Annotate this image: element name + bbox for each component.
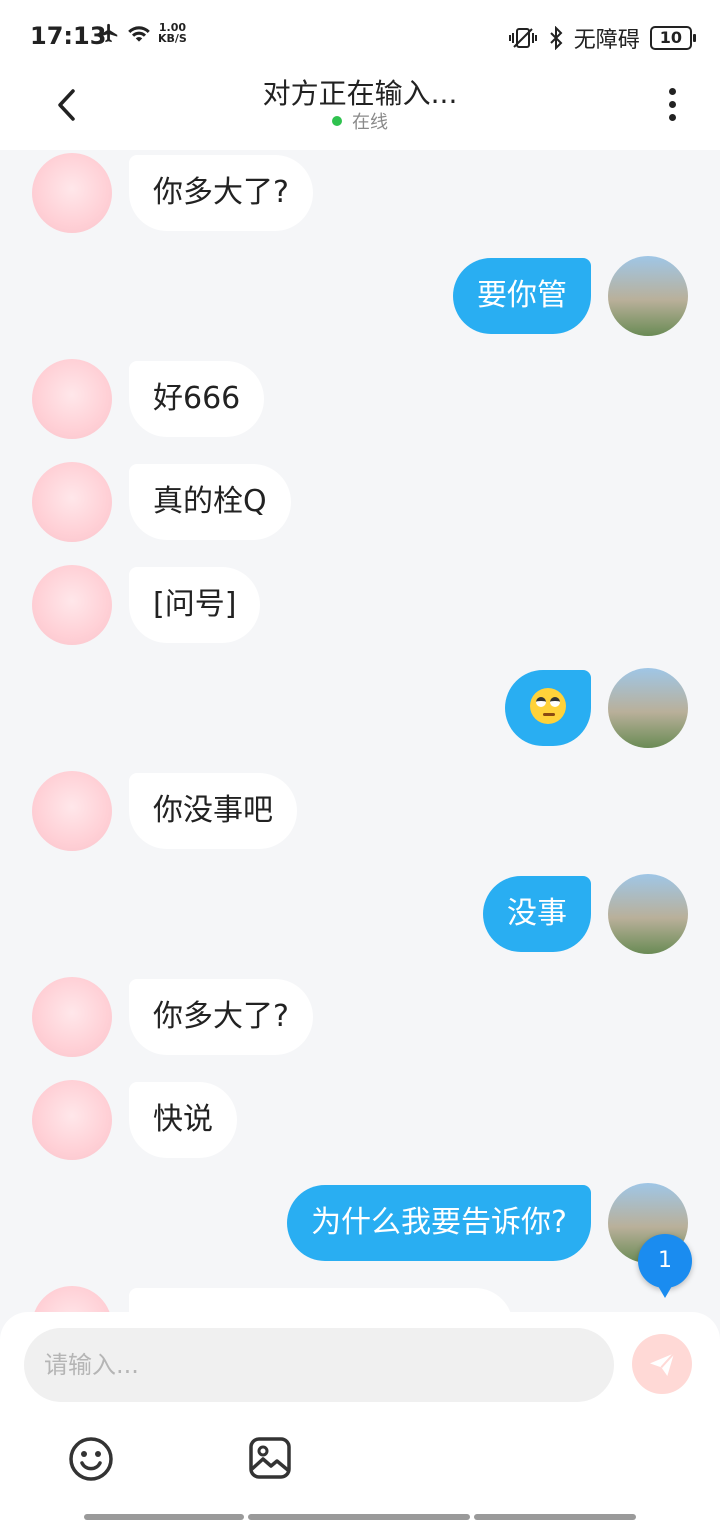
more-options-button[interactable]	[652, 82, 692, 126]
status-left-icons: 1.00 KB/S	[98, 22, 187, 44]
message-list[interactable]: 你多大了? 要你管 好666 真的栓Q [问号] 你没事吧 没事 你多大了? 快…	[0, 150, 720, 1312]
message-bubble[interactable]: 快说	[129, 1082, 237, 1158]
message-input[interactable]	[24, 1328, 584, 1402]
message-bubble[interactable]: 你多大了?	[129, 979, 313, 1055]
message-row: 快说	[0, 1080, 720, 1160]
message-row: 你多大了?	[0, 977, 720, 1057]
send-button[interactable]	[632, 1334, 692, 1394]
message-bubble[interactable]: 要你管	[453, 258, 591, 334]
chat-header: 对方正在输入... 在线	[0, 72, 720, 150]
online-dot-icon	[332, 116, 342, 126]
status-right-icons: 无障碍 10	[508, 22, 697, 54]
nav-bar-segment	[84, 1514, 244, 1520]
message-row: 为什么我要告诉你?	[0, 1183, 720, 1263]
avatar[interactable]	[608, 256, 688, 336]
vibrate-mute-icon	[508, 28, 537, 48]
image-icon[interactable]	[248, 1436, 292, 1480]
status-bar: 17:13 1.00 KB/S 无障碍 10	[0, 0, 720, 72]
message-row: 你多大了?	[0, 153, 720, 233]
more-dot-icon	[668, 100, 676, 108]
message-row: 真的栓Q	[0, 462, 720, 542]
avatar[interactable]	[32, 359, 112, 439]
message-bubble[interactable]: 没事	[483, 876, 591, 952]
net-speed: 1.00 KB/S	[158, 22, 187, 44]
more-dot-icon	[668, 87, 676, 95]
online-status: 在线	[0, 108, 720, 134]
page-title: 对方正在输入...	[262, 77, 458, 110]
wifi-icon	[128, 26, 150, 42]
message-row: 你没事吧	[0, 771, 720, 851]
avatar[interactable]	[32, 771, 112, 851]
battery-indicator: 10	[649, 26, 697, 50]
send-icon	[650, 1352, 675, 1376]
message-bubble[interactable]: 你没事吧	[129, 773, 297, 849]
avatar[interactable]	[32, 153, 112, 233]
rolling-eyes-emoji-icon	[530, 687, 566, 724]
more-dot-icon	[668, 113, 676, 121]
airplane-icon	[99, 23, 118, 43]
message-bubble[interactable]: 为什么我要告诉你?	[287, 1185, 591, 1261]
message-bubble[interactable]: 真的栓Q	[129, 464, 291, 540]
nav-bar-segment	[474, 1514, 636, 1520]
message-input-box[interactable]	[24, 1328, 614, 1402]
message-row	[0, 668, 720, 748]
avatar[interactable]	[608, 874, 688, 954]
avatar[interactable]	[32, 1286, 112, 1312]
avatar[interactable]	[32, 1080, 112, 1160]
accessibility-label: 无障碍	[573, 28, 640, 53]
message-bubble[interactable]: 好666	[129, 361, 265, 437]
avatar[interactable]	[32, 565, 112, 645]
message-composer	[0, 1312, 720, 1520]
message-bubble[interactable]: [问号]	[129, 567, 261, 643]
nav-bar-segment	[248, 1514, 470, 1520]
message-bubble-partial[interactable]	[129, 1288, 513, 1312]
net-speed-unit: KB/S	[158, 32, 187, 45]
status-time: 17:13	[30, 22, 107, 50]
message-bubble[interactable]	[505, 670, 591, 746]
avatar[interactable]	[32, 462, 112, 542]
avatar[interactable]	[608, 668, 688, 748]
bluetooth-icon	[550, 26, 563, 50]
message-row: 要你管	[0, 256, 720, 336]
avatar[interactable]	[32, 977, 112, 1057]
message-row: 没事	[0, 874, 720, 954]
message-row: 好666	[0, 359, 720, 439]
message-row: [问号]	[0, 565, 720, 645]
online-status-label: 在线	[352, 112, 388, 133]
unread-count-badge[interactable]: 1	[638, 1234, 692, 1298]
emoji-icon[interactable]	[68, 1436, 114, 1482]
message-row-partial	[0, 1286, 720, 1312]
message-bubble[interactable]: 你多大了?	[129, 155, 313, 231]
